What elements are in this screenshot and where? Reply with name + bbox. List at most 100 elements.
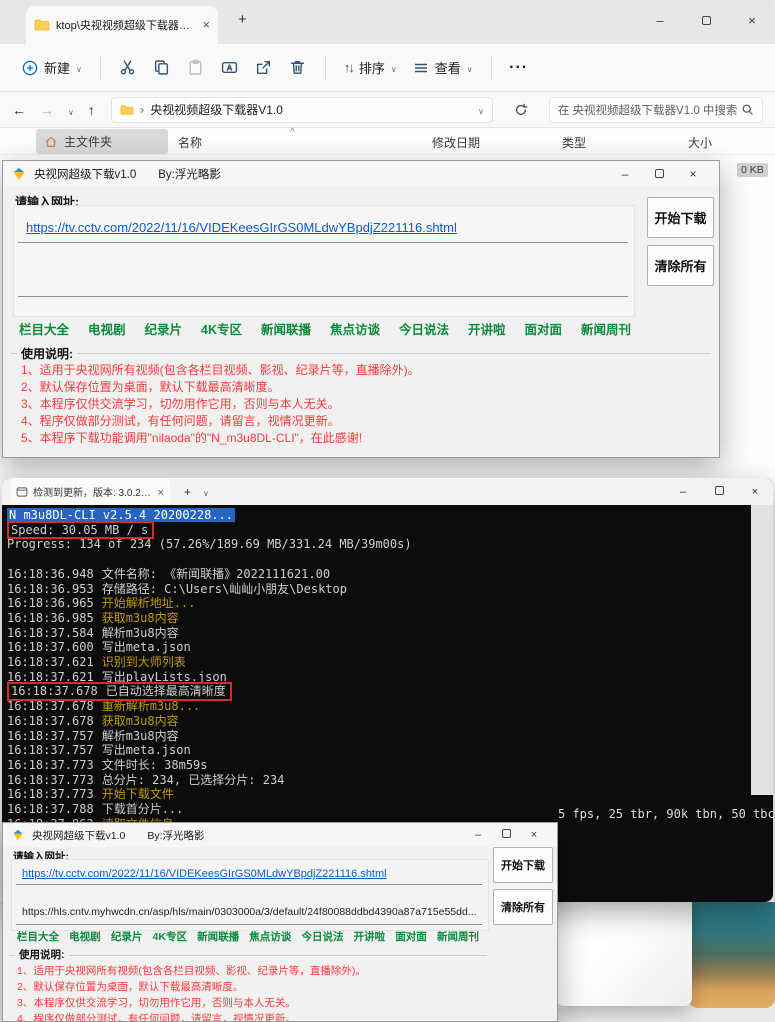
log-timestamp: 16:18:36.948 [7, 566, 94, 581]
minimize-button[interactable] [608, 167, 642, 181]
chevron-down-icon [467, 61, 473, 74]
terminal-scrollbar[interactable] [751, 505, 773, 795]
sort-button[interactable]: 排序 [336, 52, 405, 83]
category-link[interactable]: 纪录片 [111, 929, 143, 944]
copy-button[interactable] [145, 51, 179, 85]
paste-button[interactable] [179, 51, 213, 85]
log-message: Speed: 30.05 MB / s [11, 522, 149, 537]
category-link[interactable]: 新闻周刊 [581, 319, 631, 338]
start-download-button[interactable]: 开始下载 [647, 197, 714, 238]
clear-all-button[interactable]: 清除所有 [647, 245, 714, 286]
close-button[interactable] [520, 829, 548, 841]
category-link[interactable]: 4K专区 [201, 319, 242, 338]
maximize-button[interactable] [701, 485, 737, 498]
input-underline [16, 924, 482, 925]
url-input-area[interactable]: https://tv.cctv.com/2022/11/16/VIDEKeesG… [13, 205, 635, 317]
category-link[interactable]: 栏目大全 [19, 319, 69, 338]
category-link[interactable]: 焦点访谈 [330, 319, 380, 338]
log-timestamp: 16:18:37.678 [7, 713, 94, 728]
tab-dropdown-icon[interactable] [203, 484, 209, 500]
maximize-button[interactable] [642, 167, 676, 181]
category-link[interactable]: 4K专区 [153, 929, 187, 944]
more-options-button[interactable] [502, 51, 536, 85]
forward-button[interactable] [40, 103, 54, 117]
category-link[interactable]: 电视剧 [88, 319, 126, 338]
category-link[interactable]: 今日说法 [399, 319, 449, 338]
category-link[interactable]: 面对面 [524, 319, 562, 338]
minimize-button[interactable] [637, 13, 683, 28]
category-link[interactable]: 面对面 [395, 929, 427, 944]
breadcrumb[interactable]: 央视视频超级下载器V1.0 [150, 101, 283, 118]
refresh-button[interactable] [507, 97, 535, 123]
start-download-button[interactable]: 开始下载 [493, 847, 553, 883]
rename-button[interactable] [213, 51, 247, 85]
downloader-dialog-front: 央视网超级下载v1.0 By:浮光略影 请输入网址: https://tv.cc… [2, 822, 558, 1022]
maximize-button[interactable] [492, 829, 520, 841]
category-links: 栏目大全 电视剧 纪录片 4K专区 新闻联播 焦点访谈 今日说法 开讲啦 面对面 新闻周刊 [19, 319, 631, 338]
search-icon [742, 104, 753, 115]
column-header-type[interactable]: 类型 [562, 134, 586, 151]
explorer-tab[interactable]: ktop\央视视频超级下载器V1.0 [26, 6, 218, 44]
toolbar-divider [99, 55, 101, 80]
category-link[interactable]: 新闻联播 [261, 319, 311, 338]
address-dropdown-icon[interactable] [478, 104, 484, 116]
column-header-date[interactable]: 修改日期 [432, 134, 480, 151]
new-tab-button[interactable] [184, 486, 191, 498]
dialog-title-bar[interactable]: 央视网超级下载v1.0 By:浮光略影 [3, 161, 719, 187]
column-header-size[interactable]: 大小 [688, 134, 712, 151]
tab-close-icon[interactable] [202, 17, 210, 33]
page-url-link[interactable]: https://tv.cctv.com/2022/11/16/VIDEKeesG… [26, 220, 457, 235]
category-link[interactable]: 电视剧 [69, 929, 101, 944]
clear-all-button[interactable]: 清除所有 [493, 889, 553, 925]
home-label: 主文件夹 [64, 135, 113, 149]
log-message: Progress: 134 of 234 (57.26%/189.69 MB/3… [7, 537, 412, 552]
console-line: 16:18:37.584 解析m3u8内容 [7, 626, 773, 641]
share-button[interactable] [247, 51, 281, 85]
explorer-tab-bar: ktop\央视视频超级下载器V1.0 [0, 0, 775, 44]
category-link[interactable]: 开讲啦 [354, 929, 386, 944]
new-item-button[interactable]: 新建 [14, 52, 90, 83]
category-link[interactable]: 开讲啦 [468, 319, 506, 338]
dialog-byline: By:浮光略影 [158, 169, 221, 181]
close-button[interactable] [729, 13, 775, 28]
category-link[interactable]: 新闻周刊 [437, 929, 479, 944]
category-link[interactable]: 焦点访谈 [249, 929, 291, 944]
log-timestamp: 16:18:37.788 [7, 802, 94, 817]
minimize-button[interactable] [464, 829, 492, 841]
new-tab-button[interactable] [238, 12, 247, 27]
usage-line: 3、本程序仅供交流学习，切勿用作它用，否则与本人无关。 [21, 397, 340, 411]
console-line: 16:18:37.773 文件时长: 38m59s [7, 758, 773, 773]
terminal-tab[interactable]: 检测到更新，版本: 3.0.2! 新版 [10, 478, 170, 505]
category-link[interactable]: 纪录片 [145, 319, 183, 338]
close-button[interactable] [676, 167, 710, 181]
category-link[interactable]: 栏目大全 [17, 929, 59, 944]
maximize-button[interactable] [683, 13, 729, 28]
paste-icon [189, 59, 202, 75]
address-input[interactable]: 央视视频超级下载器V1.0 [110, 96, 493, 123]
dialog-title-bar[interactable]: 央视网超级下载v1.0 By:浮光略影 [3, 823, 557, 847]
history-chevron-icon[interactable] [68, 103, 74, 117]
category-link[interactable]: 今日说法 [301, 929, 343, 944]
tab-close-icon[interactable] [158, 484, 164, 500]
log-message: 重新解析m3u8... [101, 699, 201, 714]
category-link[interactable]: 新闻联播 [197, 929, 239, 944]
url-input-area[interactable]: https://tv.cctv.com/2022/11/16/VIDEKeesG… [11, 859, 489, 931]
back-button[interactable] [12, 103, 26, 117]
terminal-log: N_m3u8DL-CLI v2.5.4 20200228... Speed: 30… [7, 508, 773, 831]
stream-url-text[interactable]: https://hls.cntv.myhwcdn.cn/asp/hls/main… [22, 906, 477, 918]
close-button[interactable] [737, 486, 773, 498]
column-header-name[interactable]: 名称 [178, 134, 202, 151]
up-button[interactable] [88, 103, 95, 117]
page-url-link[interactable]: https://tv.cctv.com/2022/11/16/VIDEKeesG… [22, 868, 387, 880]
delete-button[interactable] [281, 51, 315, 85]
search-placeholder: 在 央视视频超级下载器V1.0 中搜索 [557, 104, 738, 117]
minimize-button[interactable] [665, 486, 701, 498]
sidebar-item-home[interactable]: 主文件夹 [36, 129, 168, 154]
terminal-title-bar[interactable]: 检测到更新，版本: 3.0.2! 新版 [2, 478, 773, 505]
view-button[interactable]: 查看 [405, 52, 481, 83]
usage-line: 5、本程序下载功能调用"nilaoda"的"N_m3u8DL-CLI"，在此感谢… [21, 431, 363, 445]
desktop-wallpaper-photo [688, 896, 775, 1008]
search-input[interactable]: 在 央视视频超级下载器V1.0 中搜索 [548, 96, 763, 123]
explorer-address-bar: 央视视频超级下载器V1.0 在 央视视频超级下载器V1.0 中搜索 [0, 92, 775, 128]
cut-button[interactable] [111, 51, 145, 85]
